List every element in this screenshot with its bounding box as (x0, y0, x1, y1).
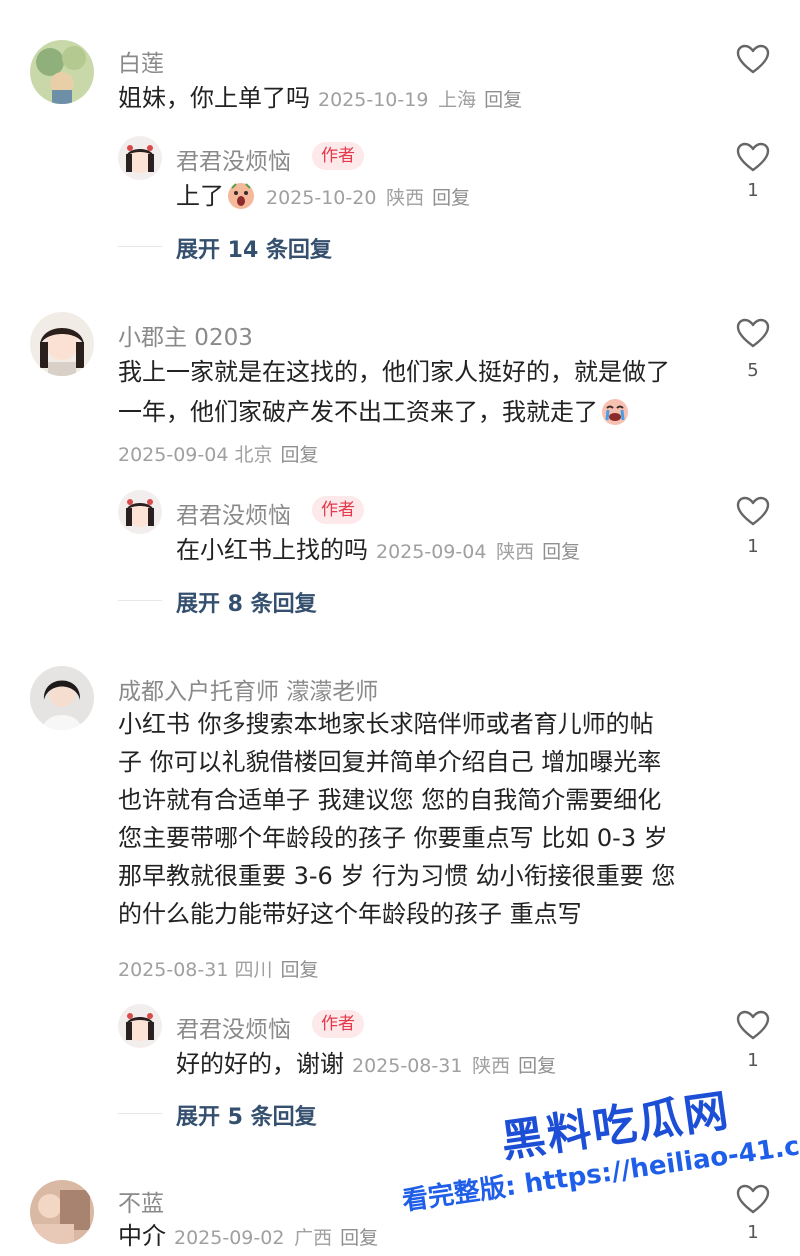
comment-date: 2025-08-31 (118, 959, 229, 981)
comment-text-line: 姐妹，你上单了吗 (118, 84, 310, 112)
reply-button[interactable]: 回复 (340, 1227, 378, 1249)
like-count: 1 (747, 536, 759, 557)
comment-text: 一年，他们家破产发不出工资来了，我就走了 (118, 394, 632, 430)
author-badge: 作者 (312, 496, 364, 524)
reply-text-content: 在小红书上找的吗 (176, 536, 368, 564)
heart-outline-icon[interactable] (736, 1184, 770, 1214)
avatar[interactable] (30, 40, 94, 104)
reply-date: 2025-08-31 (352, 1055, 463, 1077)
reply-date: 2025-10-20 (266, 187, 377, 209)
reply-location: 陕西 (386, 187, 425, 209)
comment-location: 广西 (294, 1227, 333, 1249)
reply-location: 陕西 (472, 1055, 511, 1077)
expand-replies-button[interactable]: 展开 14 条回复 (176, 232, 332, 264)
comment-text-line: 您主要带哪个年龄段的孩子 你要重点写 比如 0-3 岁 (118, 824, 668, 852)
like-count: 1 (747, 1050, 759, 1071)
like-count: 5 (747, 360, 759, 381)
comment-date: 2025-10-19 (318, 89, 429, 111)
author-badge: 作者 (312, 142, 364, 170)
divider (118, 246, 162, 247)
reply-text: 好的好的，谢谢 2025-08-31 陕西 回复 (176, 1046, 556, 1084)
avatar[interactable] (30, 666, 94, 730)
comment-text: 中介 2025-09-02 广西 回复 (118, 1218, 378, 1256)
reply-button[interactable]: 回复 (484, 89, 522, 111)
comment-username[interactable]: 小郡主 0203 (118, 318, 253, 352)
divider (118, 1113, 162, 1114)
like-count: 1 (747, 180, 759, 201)
reply-button[interactable]: 回复 (542, 541, 580, 563)
reply-username[interactable]: 君君没烦恼 (176, 142, 291, 176)
like-count: 1 (747, 1222, 759, 1243)
comment-location: 上海 (438, 89, 477, 111)
reply-text-content: 好的好的，谢谢 (176, 1050, 344, 1078)
divider (118, 600, 162, 601)
author-avatar[interactable] (118, 136, 162, 180)
comment-text-line: 也许就有合适单子 我建议您 您的自我简介需要细化 (118, 786, 662, 814)
reply-date: 2025-09-04 (376, 541, 487, 563)
reply-text: 上了 2025-10-20 陕西 回复 (176, 178, 470, 216)
comment-date: 2025-09-04 (118, 444, 229, 466)
comment-text-line: 我上一家就是在这找的，他们家人挺好的，就是做了 (118, 358, 670, 386)
author-badge: 作者 (312, 1010, 364, 1038)
heart-outline-icon[interactable] (736, 318, 770, 348)
expand-replies-button[interactable]: 展开 5 条回复 (176, 1099, 317, 1131)
reply-text: 在小红书上找的吗 2025-09-04 陕西 回复 (176, 532, 580, 570)
reply-button[interactable]: 回复 (280, 444, 318, 466)
comment-username[interactable]: 成都入户托育师 濛濛老师 (118, 672, 378, 706)
comment-text-line: 小红书 你多搜索本地家长求陪伴师或者育儿师的帖 (118, 710, 654, 738)
crying-emoji-icon (602, 399, 628, 425)
reply-button[interactable]: 回复 (518, 1055, 556, 1077)
author-avatar[interactable] (118, 1004, 162, 1048)
avatar[interactable] (30, 1180, 94, 1244)
reply-text-content: 上了 (176, 182, 224, 210)
reply-username[interactable]: 君君没烦恼 (176, 496, 291, 530)
comment-text-line: 中介 (118, 1222, 166, 1250)
reply-location: 陕西 (496, 541, 535, 563)
heart-outline-icon[interactable] (736, 496, 770, 526)
avatar[interactable] (30, 312, 94, 376)
expand-replies-button[interactable]: 展开 8 条回复 (176, 586, 317, 618)
comment-text-line: 的什么能力能带好这个年龄段的孩子 重点写 (118, 900, 582, 928)
author-avatar[interactable] (118, 490, 162, 534)
heart-outline-icon[interactable] (736, 1010, 770, 1040)
heart-outline-icon[interactable] (736, 44, 770, 74)
comment-location: 北京 (234, 444, 273, 466)
comment-date: 2025-09-02 (174, 1227, 285, 1249)
comment-text: 姐妹，你上单了吗 2025-10-19 上海 回复 (118, 80, 522, 118)
reply-button[interactable]: 回复 (432, 187, 470, 209)
heart-outline-icon[interactable] (736, 142, 770, 172)
reply-username[interactable]: 君君没烦恼 (176, 1010, 291, 1044)
comment-location: 四川 (234, 959, 273, 981)
comment-username[interactable]: 白莲 (118, 44, 164, 78)
shocked-emoji-icon (228, 183, 254, 209)
comment-meta: 2025-09-04 北京 回复 (118, 440, 319, 467)
comment-text-line: 子 你可以礼貌借楼回复并简单介绍自己 增加曝光率 (118, 748, 662, 776)
comment-text-line: 那早教就很重要 3-6 岁 行为习惯 幼小衔接很重要 您 (118, 862, 676, 890)
comment-text-line: 一年，他们家破产发不出工资来了，我就走了 (118, 398, 598, 426)
comment-meta: 2025-08-31 四川 回复 (118, 955, 319, 982)
reply-button[interactable]: 回复 (280, 959, 318, 981)
comment-username[interactable]: 不蓝 (118, 1184, 164, 1218)
